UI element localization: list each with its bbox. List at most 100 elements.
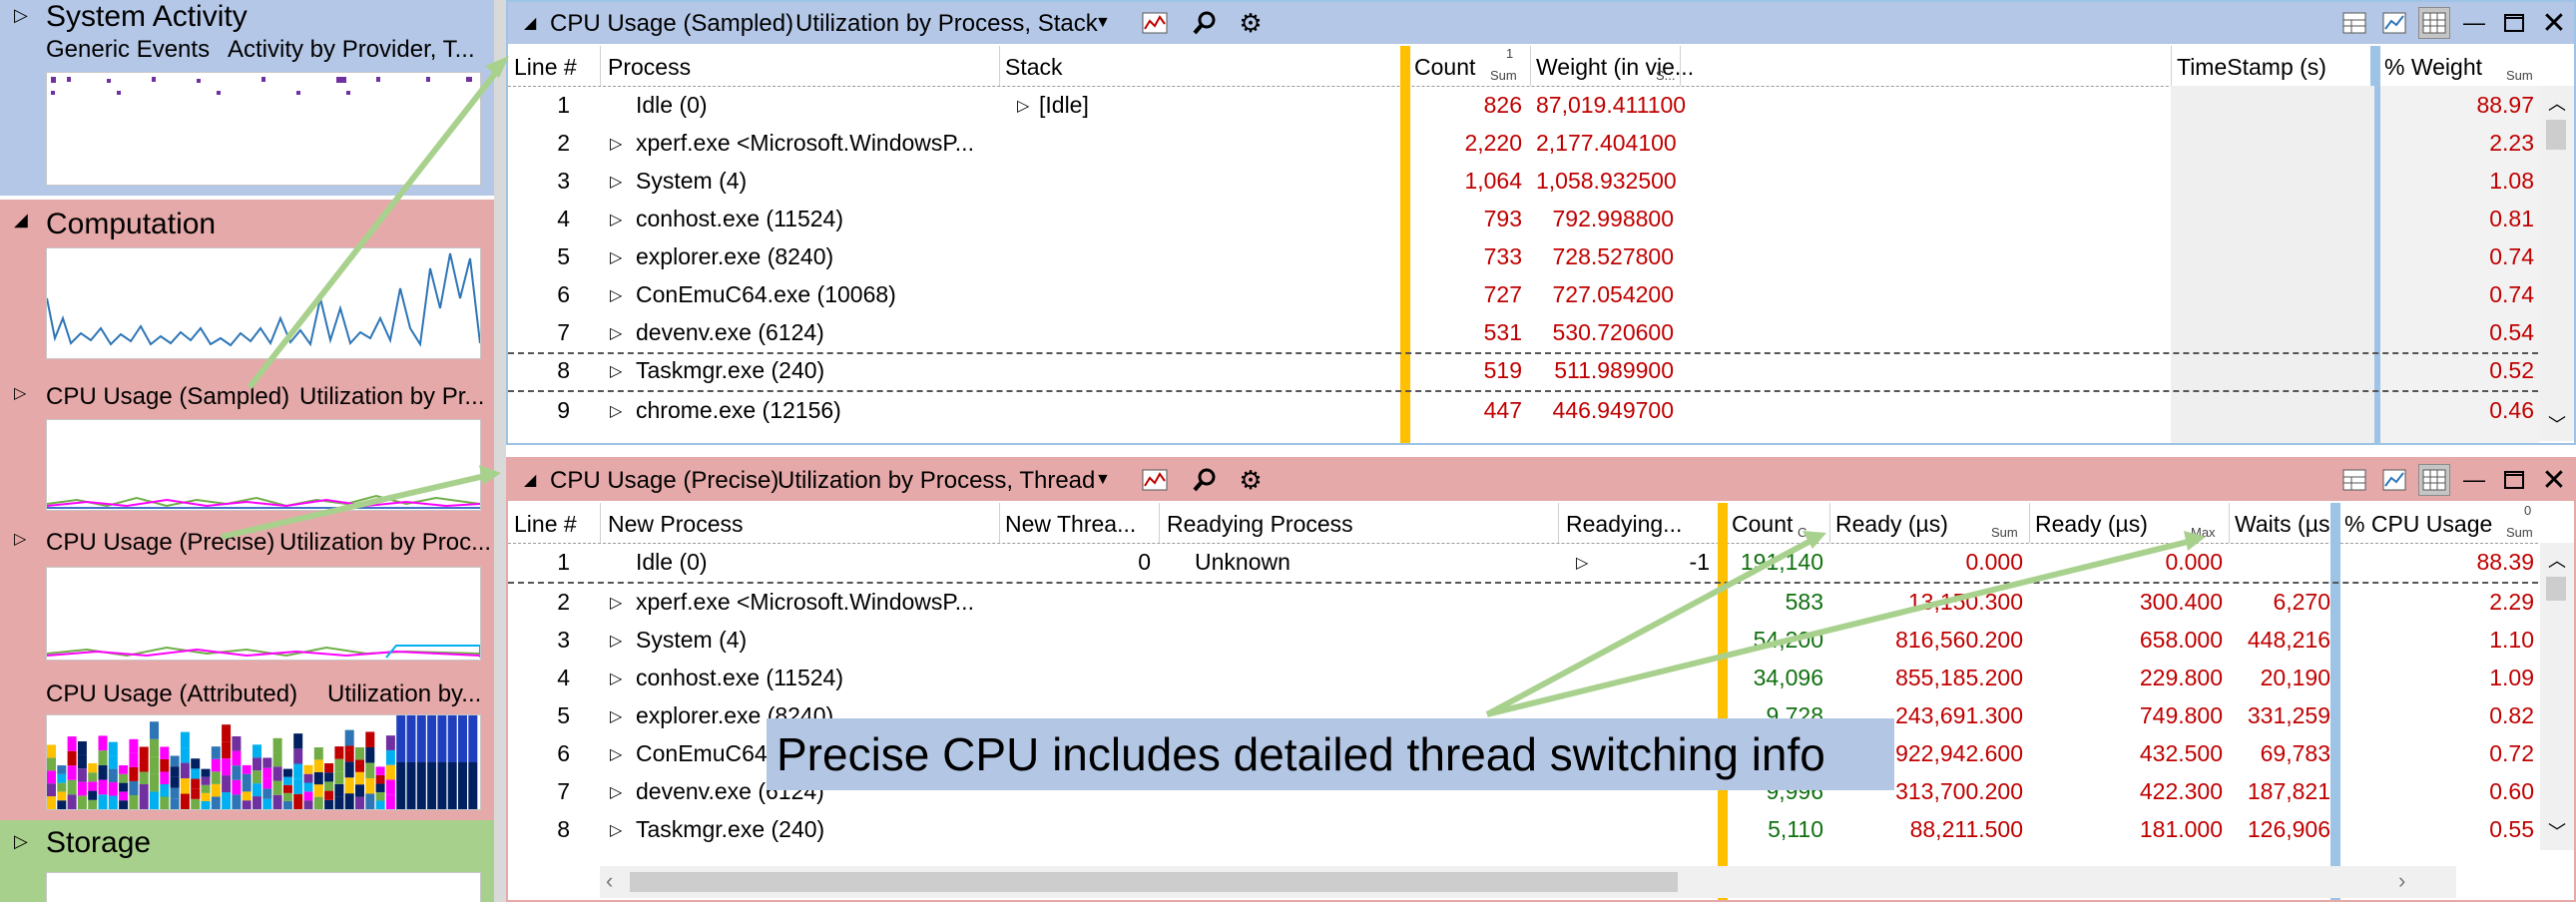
scroll-down-icon[interactable]: ﹀ [2548,818,2566,844]
table-icon[interactable] [2418,7,2450,39]
chevron-down-icon[interactable]: ▼ [1095,471,1111,489]
expand-icon[interactable]: ▷ [14,5,28,26]
minimize-icon[interactable]: — [2458,7,2490,39]
table-row[interactable]: 7 ▷ devenv.exe (6124) 531 530.720600 0.5… [508,314,2574,354]
col-line[interactable]: Line # [514,511,577,538]
expand-icon[interactable]: ▷ [610,593,622,613]
col-line[interactable]: Line # [514,54,577,81]
scrollbar-thumb[interactable] [630,872,1678,892]
storage-thumbnail[interactable] [46,872,481,902]
table-row[interactable]: 8 ▷ Taskmgr.exe (240) 5,110 88,211.500 1… [508,811,2574,849]
computation-header[interactable]: ◢ Computation [0,204,494,243]
sampled-vertical-scrollbar[interactable]: ︿ ﹀ [2540,86,2574,441]
col-waits[interactable]: Waits (µs [2235,511,2329,538]
expand-icon[interactable]: ▷ [14,383,26,403]
computation-thumbnail[interactable] [46,247,481,359]
col-ready-sum[interactable]: Ready (µs) [1835,511,1948,538]
table-row[interactable]: 4 ▷ conhost.exe (11524) 793 792.998800 0… [508,201,2574,238]
table-icon[interactable] [2418,464,2450,496]
scrollbar-thumb[interactable] [2546,120,2566,150]
col-readying[interactable]: Readying... [1566,511,1682,538]
col-stack[interactable]: Stack [1005,54,1063,81]
chart-icon[interactable] [2378,7,2410,39]
expand-icon[interactable]: ▷ [610,744,622,764]
close-icon[interactable]: ✕ [2538,464,2570,497]
graph-icon[interactable] [1139,464,1171,496]
expand-icon[interactable]: ▷ [610,210,622,229]
scroll-up-icon[interactable]: ︿ [2548,547,2566,573]
expand-icon[interactable]: ▷ [14,529,26,549]
minimize-icon[interactable]: — [2458,464,2490,496]
precise-horizontal-scrollbar[interactable]: ‹ › [600,866,2456,898]
col-readying-process[interactable]: Readying Process [1167,511,1353,538]
sampled-preset-dropdown[interactable]: Utilization by Process, Stack [795,10,1098,38]
collapse-icon[interactable]: ◢ [524,470,536,490]
col-timestamp[interactable]: TimeStamp (s) [2177,54,2326,81]
col-count[interactable]: Count [1414,54,1475,81]
storage-header[interactable]: ▷ Storage [0,826,494,866]
maximize-icon[interactable] [2498,464,2530,496]
col-pct-cpu-usage[interactable]: % CPU Usage [2344,511,2492,538]
scroll-up-icon[interactable]: ︿ [2548,90,2566,116]
expand-icon[interactable]: ▷ [610,782,622,802]
cpu-precise-thumbnail[interactable] [46,567,481,661]
expand-icon[interactable]: ▷ [610,285,622,305]
scrollbar-thumb[interactable] [2546,577,2566,601]
pane-splitter[interactable] [494,0,506,902]
precise-preset-dropdown[interactable]: Utilization by Process, Thread [777,467,1095,495]
scroll-down-icon[interactable]: ﹀ [2548,411,2566,437]
col-process[interactable]: Process [608,54,691,81]
scroll-left-icon[interactable]: ‹ [606,868,613,894]
scroll-right-icon[interactable]: › [2398,868,2405,894]
col-new-thread[interactable]: New Threa... [1005,511,1136,538]
expand-icon[interactable]: ▷ [610,669,622,688]
settings-icon[interactable]: ⚙ [1235,464,1267,496]
graph-icon[interactable] [1139,7,1171,39]
cpu-sampled-thumbnail[interactable] [46,419,481,511]
table-row[interactable]: 6 ▷ ConEmuC64.exe (10068) 727 727.054200… [508,276,2574,314]
precise-vertical-scrollbar[interactable]: ︿ ﹀ [2540,543,2574,850]
col-new-process[interactable]: New Process [608,511,743,538]
chart-icon[interactable] [2378,464,2410,496]
expand-icon[interactable]: ▷ [610,247,622,267]
table-row[interactable]: 2 ▷ xperf.exe <Microsoft.WindowsP... 583… [508,584,2574,622]
expand-icon[interactable]: ▷ [14,831,28,852]
cpu-attributed-thumbnail[interactable] [46,714,481,810]
generic-events-thumbnail[interactable] [46,72,481,186]
generic-events-graph-title[interactable]: Generic Events Activity by Provider, T..… [0,32,494,72]
expand-icon[interactable]: ▷ [610,361,622,381]
expand-icon[interactable]: ▷ [1576,553,1588,573]
expand-icon[interactable]: ▷ [610,706,622,726]
table-row[interactable]: 8 ▷ Taskmgr.exe (240) 519 511.989900 0.5… [508,352,2574,392]
system-activity-header[interactable]: ▷ System Activity [0,0,494,36]
cpu-attributed-graph-title[interactable]: CPU Usage (Attributed) Utilization by... [0,676,494,716]
expand-icon[interactable]: ▷ [610,323,622,343]
search-icon[interactable] [1189,464,1221,496]
close-icon[interactable]: ✕ [2538,7,2570,40]
chart-table-icon[interactable] [2338,7,2370,39]
expand-icon[interactable]: ▷ [610,631,622,651]
table-row[interactable]: 1 Idle (0) ▷ [Idle] 826 87,019.411100 88… [508,87,2574,125]
collapse-icon[interactable]: ◢ [14,210,28,230]
col-count[interactable]: Count [1732,511,1793,538]
table-row[interactable]: 1 Idle (0) 0 Unknown ▷ -1 191,140 0.000 … [508,544,2574,584]
cpu-precise-graph-title[interactable]: ▷ CPU Usage (Precise) Utilization by Pro… [0,525,494,565]
expand-icon[interactable]: ▷ [610,401,622,421]
chart-table-icon[interactable] [2338,464,2370,496]
collapse-icon[interactable]: ◢ [524,13,536,33]
cpu-sampled-graph-title[interactable]: ▷ CPU Usage (Sampled) Utilization by Pr.… [0,379,494,419]
table-row[interactable]: 2 ▷ xperf.exe <Microsoft.WindowsP... 2,2… [508,125,2574,163]
table-row[interactable]: 9 ▷ chrome.exe (12156) 447 446.949700 0.… [508,392,2574,430]
expand-icon[interactable]: ▷ [610,820,622,840]
table-row[interactable]: 4 ▷ conhost.exe (11524) 34,096 855,185.2… [508,660,2574,697]
col-ready-max[interactable]: Ready (µs) [2035,511,2148,538]
expand-icon[interactable]: ▷ [610,134,622,154]
table-row[interactable]: 5 ▷ explorer.exe (8240) 733 728.527800 0… [508,238,2574,276]
chevron-down-icon[interactable]: ▼ [1095,14,1111,32]
table-row[interactable]: 3 ▷ System (4) 54,200 816,560.200 658.00… [508,622,2574,660]
table-row[interactable]: 3 ▷ System (4) 1,064 1,058.932500 1.08 [508,163,2574,201]
col-pct-weight[interactable]: % Weight [2384,54,2482,81]
search-icon[interactable] [1189,7,1221,39]
settings-icon[interactable]: ⚙ [1235,7,1267,39]
expand-icon[interactable]: ▷ [610,172,622,192]
